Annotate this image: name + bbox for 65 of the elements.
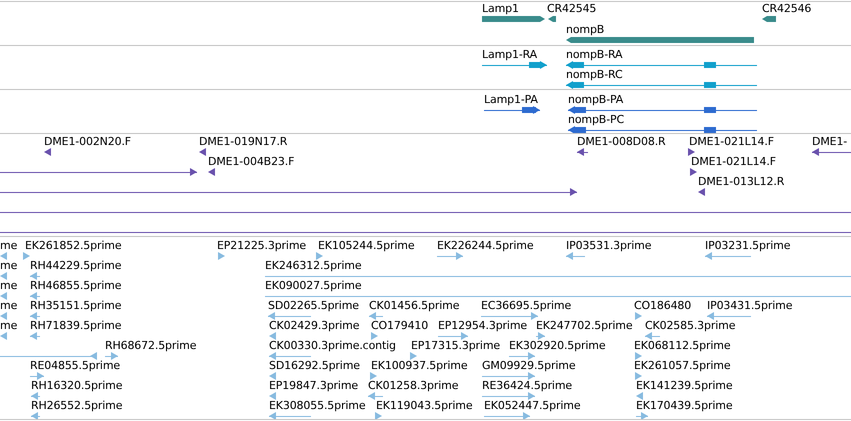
feature-label[interactable]: DME1-019N17.R (199, 135, 288, 148)
feature-label[interactable]: CK02585.3prime (645, 319, 736, 332)
feature-label[interactable]: CK01456.5prime (369, 299, 460, 312)
feature-label[interactable]: me (0, 299, 18, 312)
feature-label[interactable]: EK100937.5prime (371, 359, 468, 372)
feature-label[interactable]: EP17315.3prime (411, 339, 500, 352)
feature-label[interactable]: RE36424.5prime (482, 379, 572, 392)
feature-label[interactable]: nompB-PA (568, 93, 624, 106)
feature-label[interactable]: EK261057.5prime (634, 359, 730, 372)
feature-label[interactable]: me (0, 279, 18, 292)
feature-label[interactable]: CO179410 (371, 319, 428, 332)
feature-label[interactable]: Lamp1 (482, 2, 519, 15)
feature-label[interactable]: EP21225.3prime (217, 239, 306, 252)
feature-label[interactable]: EK308055.5prime (269, 399, 366, 412)
feature-label[interactable]: EK302920.5prime (509, 339, 606, 352)
feature-label[interactable]: CK00330.3prime.contig (269, 339, 396, 352)
feature-label[interactable]: RH71839.5prime (30, 319, 122, 332)
feature-label[interactable]: IP03431.5prime (707, 299, 792, 312)
feature-label[interactable]: CO186480 (634, 299, 692, 312)
feature-label[interactable]: nompB-RC (566, 68, 622, 81)
feature-label[interactable]: EP12954.3prime (438, 319, 528, 332)
feature-label[interactable]: GM09929.5prime (482, 359, 576, 372)
feature-label[interactable]: RE04855.5prime (30, 359, 120, 372)
feature-label[interactable]: DME1-004B23.F (208, 155, 294, 168)
feature-label[interactable]: CK01258.3prime (368, 379, 458, 392)
feature-label[interactable]: RH16320.5prime (31, 379, 122, 392)
feature-label[interactable]: Lamp1-PA (484, 93, 538, 106)
feature-label[interactable]: EK119043.5prime (376, 399, 472, 412)
feature-label[interactable]: me (0, 259, 18, 272)
feature-label[interactable]: nompB-PC (568, 113, 624, 126)
feature-label[interactable]: RH68672.5prime (105, 339, 196, 352)
feature-label[interactable]: IP03231.5prime (705, 239, 790, 252)
feature-label[interactable]: EK141239.5prime (636, 379, 732, 392)
feature-label[interactable]: DME1- (812, 135, 848, 148)
feature-label[interactable]: EK170439.5prime (636, 399, 732, 412)
feature-label[interactable]: SD02265.5prime (268, 299, 359, 312)
feature-label[interactable]: me (0, 319, 18, 332)
feature-label[interactable]: EK226244.5prime (437, 239, 534, 252)
feature-label[interactable]: EK246312.5prime (265, 259, 362, 272)
feature-label[interactable]: SD16292.5prime (269, 359, 360, 372)
feature-label[interactable]: DME1-002N20.F (44, 135, 131, 148)
feature-label[interactable]: RH44229.5prime (30, 259, 122, 272)
feature-label[interactable]: EC36695.5prime (481, 299, 572, 312)
feature-label[interactable]: RH26552.5prime (31, 399, 122, 412)
feature-label[interactable]: IP03531.3prime (566, 239, 652, 252)
feature-label[interactable]: me (0, 239, 18, 252)
feature-label[interactable]: EP19847.3prime (269, 379, 358, 392)
feature-label[interactable]: CR42545 (547, 2, 596, 15)
feature-label[interactable]: nompB-RA (566, 48, 622, 61)
feature-label[interactable]: EK090027.5prime (265, 279, 362, 292)
feature-label[interactable]: DME1-013L12.R (698, 175, 784, 188)
feature-label[interactable]: DME1-021L14.F (691, 155, 776, 168)
feature-label[interactable]: RH46855.5prime (30, 279, 122, 292)
feature-label[interactable]: EK052447.5prime (484, 399, 580, 412)
feature-label[interactable]: EK105244.5prime (318, 239, 414, 252)
feature-label[interactable]: EK247702.5prime (536, 319, 632, 332)
feature-label[interactable]: CK02429.3prime (269, 319, 360, 332)
feature-label[interactable]: EK261852.5prime (25, 239, 122, 252)
feature-label[interactable]: nompB (566, 23, 604, 36)
feature-label[interactable]: RH35151.5prime (30, 299, 122, 312)
feature-label[interactable]: EK068112.5prime (634, 339, 730, 352)
feature-label[interactable]: DME1-008D08.R (577, 135, 666, 148)
feature-label[interactable]: Lamp1-RA (482, 48, 538, 61)
feature-label[interactable]: CR42546 (762, 2, 812, 15)
feature-label[interactable]: DME1-021L14.F (689, 135, 774, 148)
